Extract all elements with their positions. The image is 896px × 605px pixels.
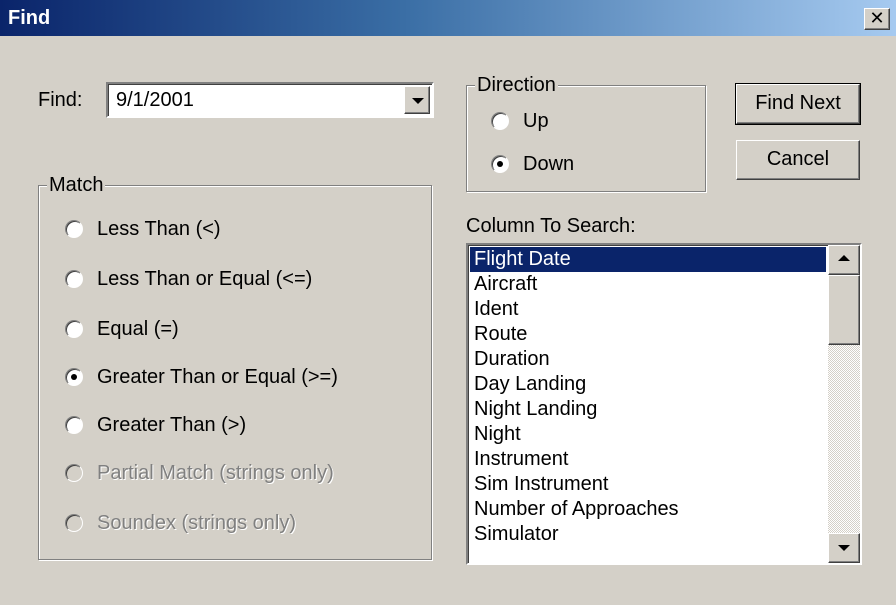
radio-button — [65, 464, 83, 482]
vertical-scrollbar[interactable] — [828, 245, 860, 563]
radio-label: Up — [523, 110, 549, 132]
chevron-down-icon — [412, 98, 424, 104]
radio-label: Less Than or Equal (<=) — [97, 268, 313, 290]
scroll-up-button[interactable] — [828, 245, 860, 275]
window-title: Find — [8, 7, 51, 29]
find-combobox[interactable]: 9/1/2001 — [106, 82, 434, 118]
scroll-thumb[interactable] — [828, 275, 860, 345]
radio-button[interactable] — [65, 416, 83, 434]
close-icon: ✕ — [869, 8, 885, 28]
list-item[interactable]: Ident — [470, 297, 826, 322]
column-label: Column To Search: — [466, 215, 636, 237]
list-item[interactable]: Night Landing — [470, 397, 826, 422]
radio-dot — [497, 161, 503, 167]
list-item[interactable]: Simulator — [470, 522, 826, 547]
radio-button[interactable] — [65, 320, 83, 338]
title-bar[interactable]: Find ✕ — [0, 0, 896, 36]
radio-label: Greater Than or Equal (>=) — [97, 366, 338, 388]
radio-label: Less Than (<) — [97, 218, 221, 240]
column-listbox[interactable]: Flight Date Aircraft Ident Route Duratio… — [466, 243, 862, 565]
chevron-up-icon — [838, 255, 850, 261]
radio-button[interactable] — [491, 112, 509, 130]
find-dropdown-button[interactable] — [404, 86, 430, 114]
list-item[interactable]: Duration — [470, 347, 826, 372]
radio-label: Equal (=) — [97, 318, 179, 340]
radio-button[interactable] — [65, 220, 83, 238]
close-button[interactable]: ✕ — [864, 8, 890, 30]
radio-label: Down — [523, 153, 575, 175]
list-item[interactable]: Aircraft — [470, 272, 826, 297]
direction-group: Direction Up Down — [466, 73, 706, 192]
find-label: Find: — [38, 89, 83, 111]
find-dialog: Find ✕ Find: 9/1/2001 Match Less Than (<… — [0, 0, 896, 605]
list-item[interactable]: Night — [470, 422, 826, 447]
cancel-button[interactable]: Cancel — [736, 140, 860, 180]
list-item[interactable]: Sim Instrument — [470, 472, 826, 497]
list-item[interactable]: Day Landing — [470, 372, 826, 397]
list-item[interactable]: Flight Date — [470, 247, 826, 272]
match-legend: Match — [47, 173, 106, 197]
find-next-button[interactable]: Find Next — [735, 83, 861, 125]
radio-button[interactable] — [491, 155, 509, 173]
find-value[interactable]: 9/1/2001 — [116, 88, 194, 112]
radio-label: Soundex (strings only) — [97, 512, 296, 534]
list-item[interactable]: Number of Approaches — [470, 497, 826, 522]
chevron-down-icon — [838, 545, 850, 551]
radio-button[interactable] — [65, 368, 83, 386]
list-item[interactable]: Route — [470, 322, 826, 347]
direction-legend: Direction — [475, 73, 558, 97]
radio-dot — [71, 374, 77, 380]
radio-button[interactable] — [65, 270, 83, 288]
radio-button — [65, 514, 83, 532]
match-group: Match Less Than (<) Less Than or Equal (… — [38, 173, 432, 560]
radio-label: Greater Than (>) — [97, 414, 247, 436]
list-item[interactable]: Instrument — [470, 447, 826, 472]
radio-label: Partial Match (strings only) — [97, 462, 334, 484]
scroll-down-button[interactable] — [828, 533, 860, 563]
